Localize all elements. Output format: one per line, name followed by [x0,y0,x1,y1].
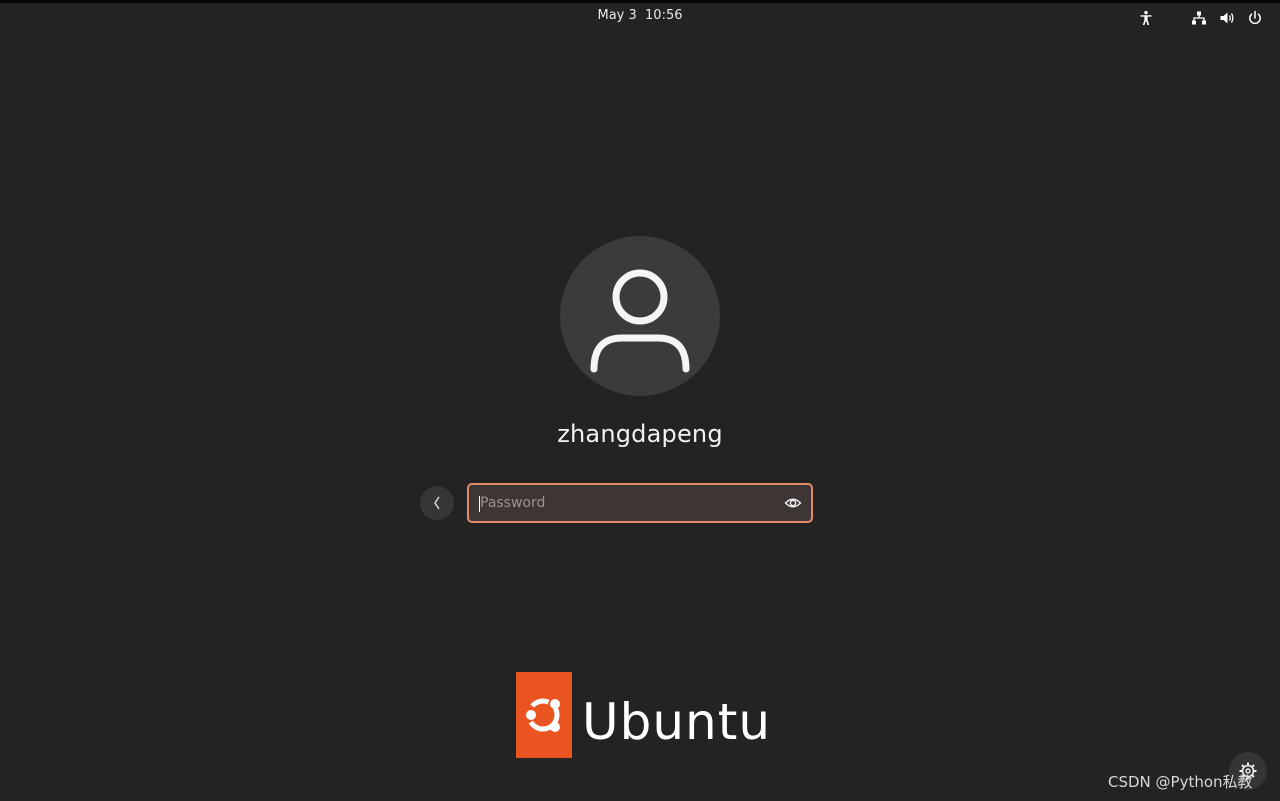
ubuntu-circle-of-friends-icon [516,672,572,758]
ubuntu-wordmark: Ubuntu [582,693,772,751]
password-input[interactable] [478,485,770,521]
date-time[interactable]: May 3 10:56 [590,8,690,23]
top-bar: May 3 10:56 [0,3,1280,33]
eye-icon [784,498,802,508]
ubuntu-logo: Ubuntu [516,672,776,760]
user-icon [590,269,690,373]
accessibility-icon[interactable] [1136,8,1156,28]
volume-icon[interactable] [1217,8,1237,28]
text-cursor [479,496,480,512]
password-field[interactable] [467,483,813,523]
watermark-text: CSDN @Python私教 [1108,773,1253,791]
back-button[interactable] [420,486,454,520]
username-label: zhangdapeng [557,420,723,448]
user-avatar [560,236,720,396]
chevron-left-icon [434,496,440,510]
login-screen: May 3 10:56 zhangdapeng Ubuntu CSDN @Pyt… [0,0,1280,801]
network-icon[interactable] [1189,8,1209,28]
show-password-button[interactable] [783,493,803,513]
power-icon[interactable] [1245,8,1265,28]
